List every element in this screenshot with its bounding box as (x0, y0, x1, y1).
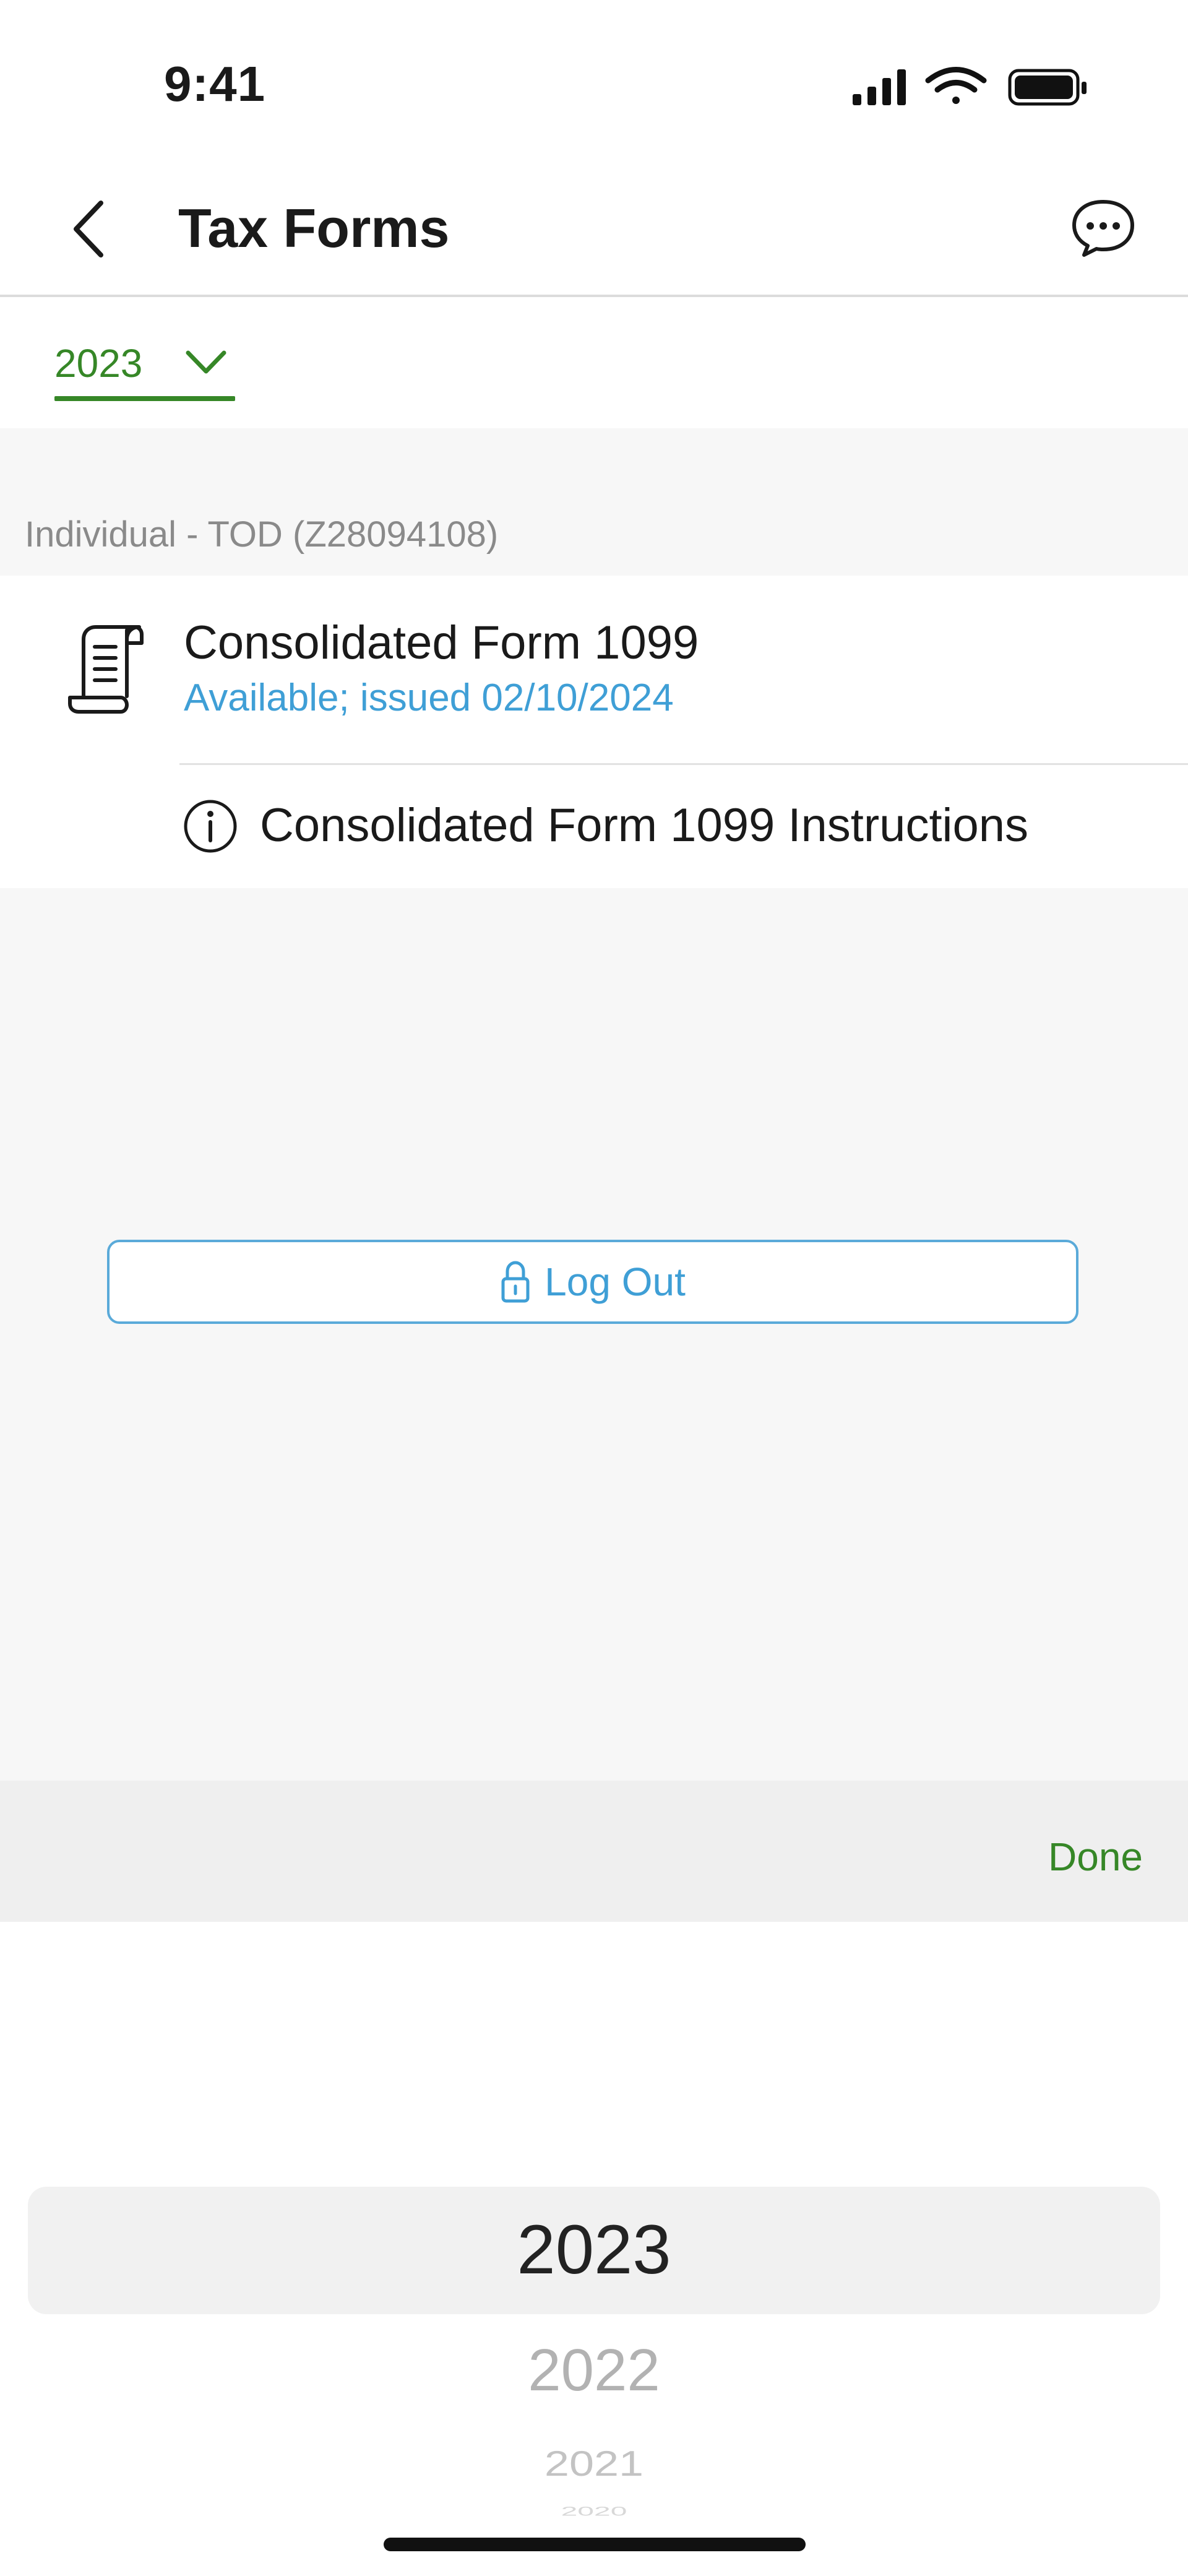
instructions-link[interactable]: Consolidated Form 1099 Instructions (260, 798, 1028, 852)
form-title[interactable]: Consolidated Form 1099 (184, 616, 699, 670)
logout-button[interactable]: Log Out (107, 1240, 1078, 1324)
account-label: Individual - TOD (Z28094108) (25, 514, 499, 555)
picker-option[interactable]: 2021 (0, 2444, 1188, 2484)
year-dropdown[interactable]: 2023 (54, 334, 235, 404)
year-dropdown-underline (54, 396, 235, 401)
nav-divider (0, 295, 1188, 297)
cellular-signal-icon (853, 69, 906, 105)
page-title: Tax Forms (178, 197, 450, 259)
year-dropdown-value: 2023 (54, 341, 143, 386)
status-icons (853, 67, 1087, 106)
row-divider (179, 763, 1188, 765)
info-circle-icon (184, 800, 237, 853)
chevron-down-icon (186, 350, 226, 374)
picker-toolbar (0, 1781, 1188, 1922)
picker-option[interactable]: 2020 (0, 2504, 1188, 2519)
logout-label: Log Out (544, 1260, 686, 1304)
status-time: 9:41 (164, 56, 266, 111)
battery-icon (1008, 69, 1087, 106)
document-scroll-icon[interactable] (65, 622, 148, 715)
picker-option[interactable]: 2022 (0, 2336, 1188, 2405)
done-button[interactable]: Done (1048, 1834, 1143, 1880)
picker-option-selected[interactable]: 2023 (0, 2210, 1188, 2289)
wifi-icon (925, 67, 987, 104)
chevron-left-icon[interactable] (65, 198, 114, 260)
lock-icon (501, 1261, 530, 1303)
home-indicator (384, 2538, 806, 2551)
form-status: Available; issued 02/10/2024 (184, 676, 674, 719)
chat-bubble-icon[interactable] (1069, 197, 1137, 259)
